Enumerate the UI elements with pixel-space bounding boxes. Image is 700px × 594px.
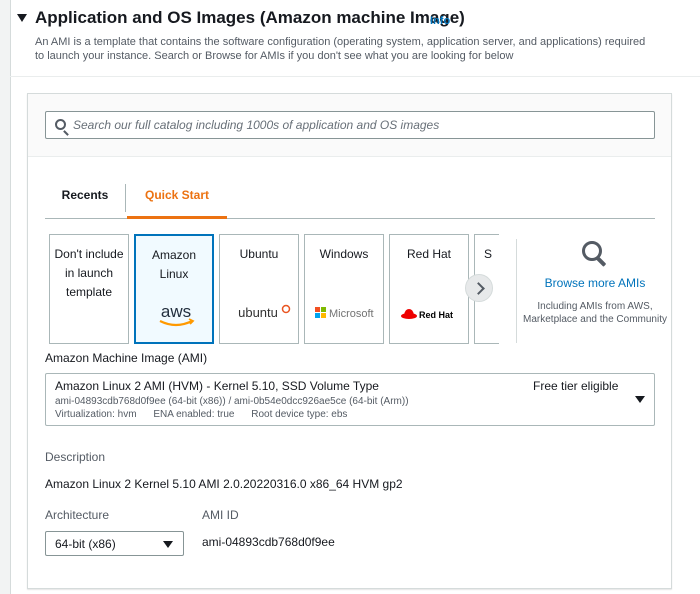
ami-meta: Virtualization: hvm ENA enabled: true Ro…	[55, 409, 361, 420]
architecture-select[interactable]: 64-bit (x86)	[45, 531, 184, 556]
carousel-next-button[interactable]	[465, 274, 493, 302]
divider	[516, 239, 517, 343]
section-title: Application and OS Images (Amazon machin…	[35, 8, 465, 27]
search-icon	[580, 239, 610, 269]
ami-search-input[interactable]	[73, 115, 643, 135]
aws-logo-text: aws	[161, 302, 191, 321]
description-value: Amazon Linux 2 Kernel 5.10 AMI 2.0.20220…	[45, 477, 403, 491]
card-label: Ubuntu	[239, 247, 279, 261]
ami-ids: ami-04893cdb768d0f9ee (64-bit (x86)) / a…	[55, 396, 409, 407]
info-link[interactable]: Info	[430, 15, 450, 27]
tab-quick-start[interactable]: Quick Start	[127, 184, 227, 219]
ami-virtualization: Virtualization: hvm	[55, 409, 137, 420]
ami-tabs: Recents Quick Start	[45, 184, 655, 219]
browse-more-amis: Browse more AMIs Including AMIs from AWS…	[520, 239, 670, 326]
free-tier-badge: Free tier eligible	[533, 379, 619, 393]
card-label: Amazon Linux	[152, 248, 197, 281]
ami-name: Amazon Linux 2 AMI (HVM) - Kernel 5.10, …	[55, 379, 379, 393]
tab-divider	[125, 184, 126, 212]
ubuntu-logo-icon: ubuntu	[220, 301, 298, 325]
card-label: Red Hat	[406, 247, 452, 261]
browse-more-description: Including AMIs from AWS, Marketplace and…	[523, 301, 667, 325]
ami-container: Recents Quick Start Don't include in lau…	[27, 93, 672, 589]
card-label: S	[484, 247, 493, 261]
browse-more-amis-link[interactable]: Browse more AMIs	[520, 276, 670, 290]
card-ubuntu[interactable]: Ubuntu ubuntu	[219, 234, 299, 344]
divider	[10, 76, 700, 77]
quick-start-cards: Don't include in launch template Amazon …	[49, 234, 499, 344]
caret-down-icon	[163, 541, 173, 548]
architecture-label: Architecture	[45, 508, 110, 522]
ami-id-value: ami-04893cdb768d0f9ee	[202, 535, 335, 549]
ami-id-label: AMI ID	[202, 508, 239, 522]
architecture-value: 64-bit (x86)	[55, 537, 116, 551]
card-label: Don't include in launch template	[54, 247, 124, 299]
card-dont-include[interactable]: Don't include in launch template	[49, 234, 129, 344]
microsoft-logo-text: Microsoft	[329, 308, 374, 320]
search-icon	[55, 119, 66, 130]
tab-recents[interactable]: Recents	[45, 184, 125, 219]
aws-logo-icon: aws	[136, 302, 212, 327]
card-red-hat[interactable]: Red Hat Red Hat	[389, 234, 469, 344]
card-amazon-linux[interactable]: Amazon Linux aws	[134, 234, 214, 344]
collapse-caret-icon[interactable]	[17, 14, 27, 22]
ami-root-device: Root device type: ebs	[251, 409, 348, 420]
description-label: Description	[45, 450, 106, 464]
ami-search-box[interactable]	[45, 111, 655, 139]
ami-select[interactable]: Amazon Linux 2 AMI (HVM) - Kernel 5.10, …	[45, 373, 655, 426]
ami-ena: ENA enabled: true	[153, 409, 235, 420]
redhat-logo-text: Red Hat	[419, 310, 453, 320]
caret-down-icon	[635, 396, 645, 403]
redhat-logo-icon: Red Hat	[390, 301, 468, 325]
section-description: An AMI is a template that contains the s…	[35, 36, 646, 62]
card-windows[interactable]: Windows Microsoft	[304, 234, 384, 344]
ami-field-label: Amazon Machine Image (AMI)	[45, 351, 208, 365]
ubuntu-logo-text: ubuntu	[238, 305, 278, 320]
microsoft-logo-icon: Microsoft	[305, 301, 383, 325]
card-label: Windows	[319, 247, 369, 261]
search-area	[28, 94, 671, 157]
